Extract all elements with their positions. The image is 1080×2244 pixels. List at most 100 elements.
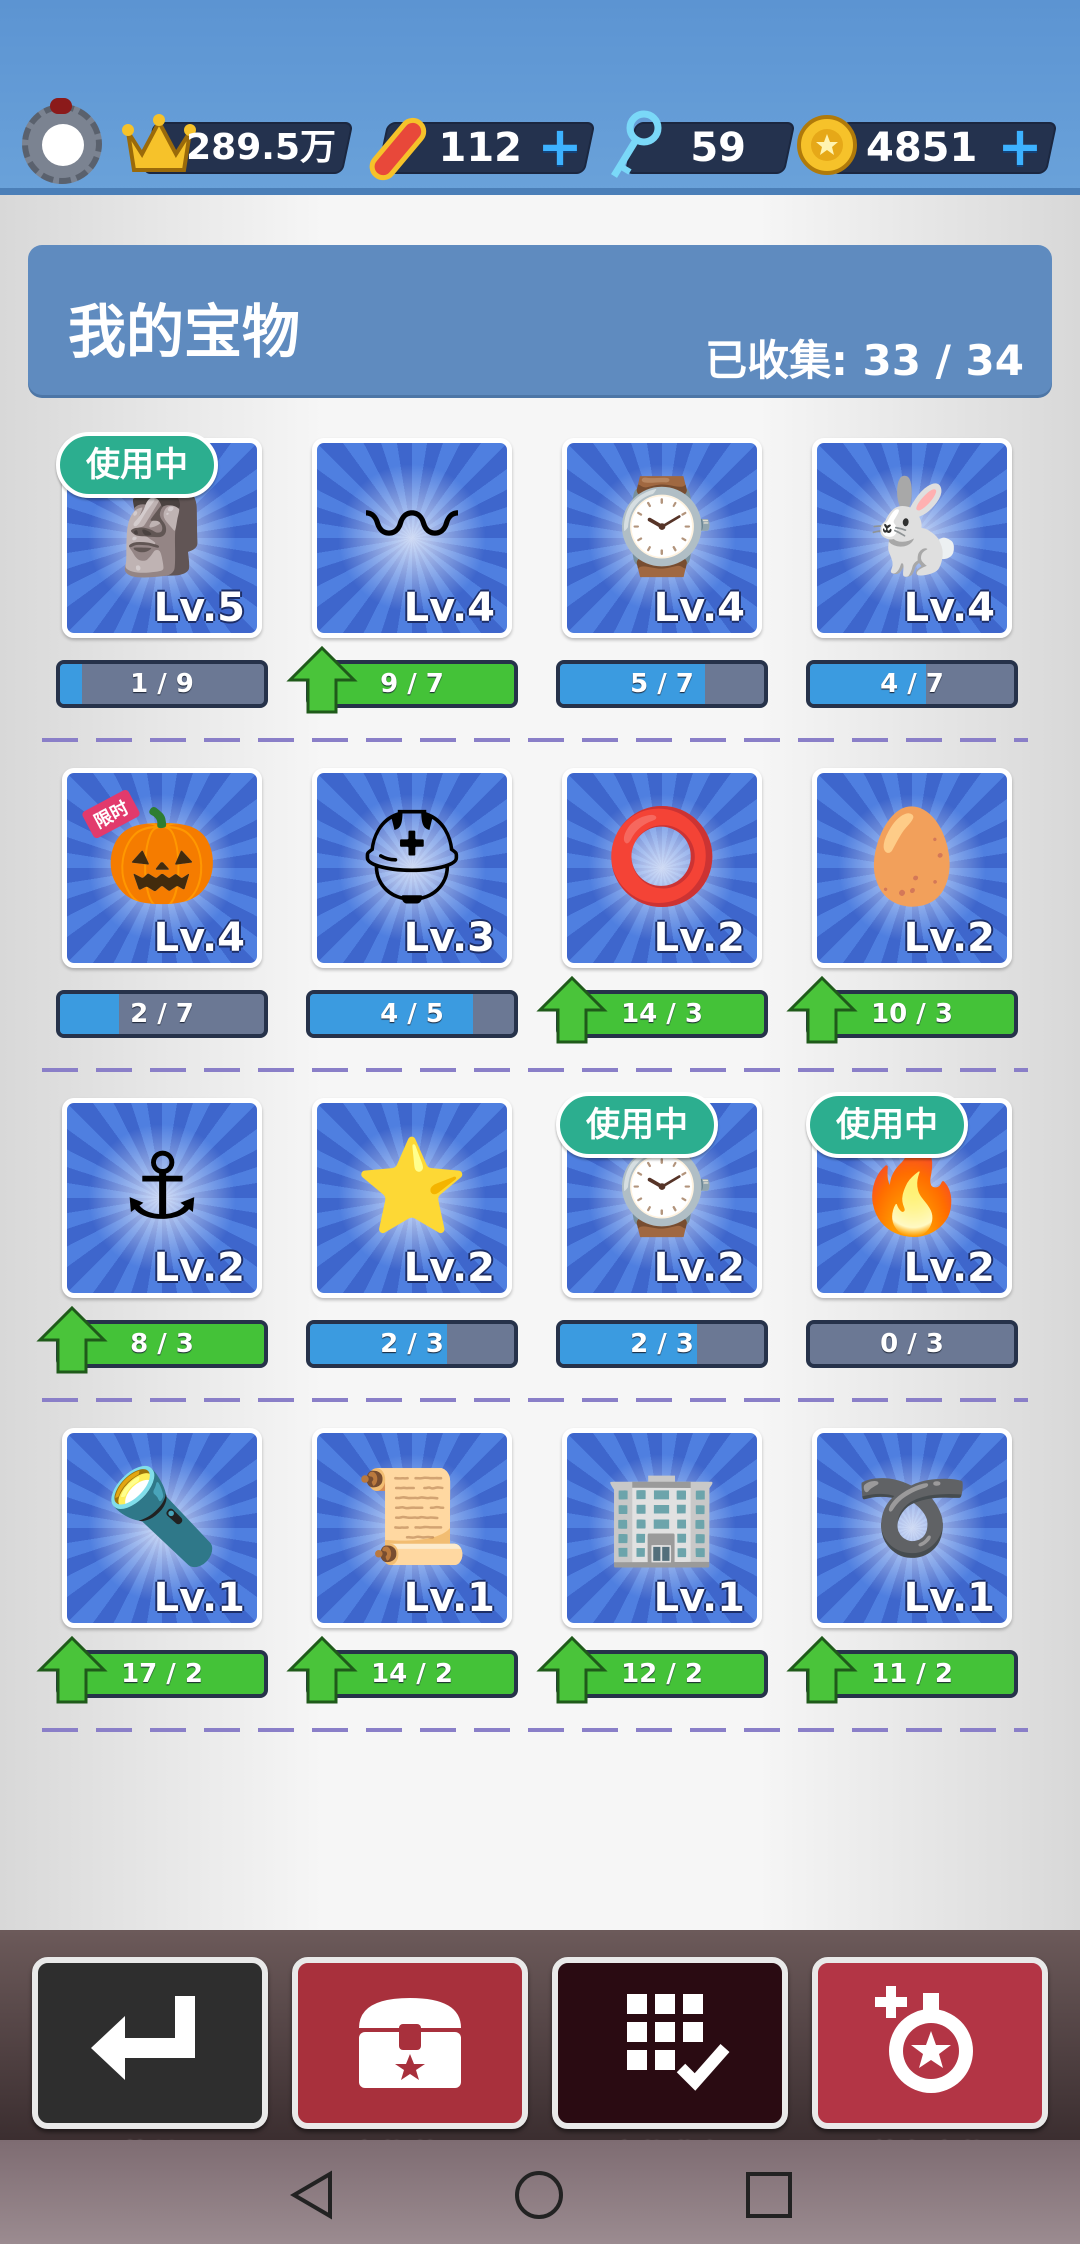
progress-text: 4 / 7 bbox=[880, 669, 944, 699]
gold-rings-icon: ➰ bbox=[854, 1462, 970, 1570]
crown-icon bbox=[122, 112, 196, 178]
page-title: 我的宝物 bbox=[68, 298, 301, 366]
crown-value: 289.5万 bbox=[186, 127, 336, 168]
treasure-chest-icon bbox=[359, 1998, 461, 2088]
progress-text: 1 / 9 bbox=[130, 669, 194, 699]
upgrade-arrow-icon[interactable] bbox=[286, 644, 358, 716]
upgrade-arrow-icon[interactable] bbox=[36, 1634, 108, 1706]
pin-icon bbox=[50, 98, 72, 114]
treasure-card[interactable]: ➰ Lv.1 bbox=[812, 1428, 1012, 1628]
treasure-level: Lv.3 bbox=[403, 915, 495, 961]
coin-icon bbox=[796, 114, 858, 176]
key-icon bbox=[604, 110, 666, 184]
recents-nav-icon[interactable] bbox=[742, 2168, 796, 2222]
collected-label: 已收集: bbox=[705, 336, 848, 385]
racing-helmet-icon: ⛑ bbox=[353, 802, 471, 910]
treasure-level: Lv.2 bbox=[153, 1245, 245, 1291]
row-divider bbox=[42, 1398, 1028, 1402]
golden-ring-icon: ⭕ bbox=[604, 802, 720, 910]
treasure-card[interactable]: 📜 Lv.1 bbox=[312, 1428, 512, 1628]
hoverboard-value: 112 bbox=[438, 125, 523, 171]
treasure-card[interactable]: 🏢 Lv.1 bbox=[562, 1428, 762, 1628]
treasure-level: Lv.4 bbox=[903, 585, 995, 631]
grid-check-icon bbox=[627, 1994, 730, 2091]
treasure-level: Lv.1 bbox=[403, 1575, 495, 1621]
coin-value: 4851 bbox=[866, 125, 978, 171]
white-rabbit-icon: 🐇 bbox=[854, 472, 970, 580]
gear-icon bbox=[42, 124, 84, 166]
treasure-level: Lv.1 bbox=[653, 1575, 745, 1621]
treasure-card[interactable]: 🔦 Lv.1 bbox=[62, 1428, 262, 1628]
treasure-level: Lv.2 bbox=[903, 1245, 995, 1291]
upgrade-arrow-icon[interactable] bbox=[786, 1634, 858, 1706]
treasure-card[interactable]: 🎃 Lv.4 限时 bbox=[62, 768, 262, 968]
treasure-card[interactable]: 〰 Lv.4 bbox=[312, 438, 512, 638]
treasure-header: 我的宝物 已收集: 33 / 34 bbox=[28, 245, 1052, 395]
treasure-card[interactable]: ⭕ Lv.2 bbox=[562, 768, 762, 968]
treasure-card[interactable]: ⭐ Lv.2 bbox=[312, 1098, 512, 1298]
hoverboard-icon bbox=[362, 112, 432, 182]
treasure-level: Lv.4 bbox=[153, 915, 245, 961]
treasure-level: Lv.2 bbox=[653, 915, 745, 961]
treasure-card[interactable]: 🐇 Lv.4 bbox=[812, 438, 1012, 638]
gold-watch-icon: ⌚ bbox=[604, 472, 720, 580]
treasure-progress-bar: 2 / 7 bbox=[56, 990, 268, 1038]
row-divider bbox=[42, 738, 1028, 742]
upgrade-arrow-icon[interactable] bbox=[536, 974, 608, 1046]
collected-count: 已收集: 33 / 34 bbox=[705, 327, 1024, 388]
spotted-egg-icon: 🥚 bbox=[854, 802, 970, 910]
star-necklace-icon: ⭐ bbox=[354, 1132, 470, 1240]
treasure-progress-bar: 5 / 7 bbox=[556, 660, 768, 708]
return-arrow-icon bbox=[91, 1996, 195, 2080]
treasure-level: Lv.4 bbox=[403, 585, 495, 631]
treasure-progress-bar: 0 / 3 bbox=[806, 1320, 1018, 1368]
upgrade-arrow-icon[interactable] bbox=[786, 974, 858, 1046]
treasure-progress-bar: 4 / 5 bbox=[306, 990, 518, 1038]
row-divider bbox=[42, 1068, 1028, 1072]
torch-icon: 🔦 bbox=[104, 1462, 220, 1570]
home-nav-icon[interactable] bbox=[512, 2168, 566, 2222]
equip-treasure-button[interactable] bbox=[812, 1957, 1048, 2129]
progress-text: 4 / 5 bbox=[380, 999, 444, 1029]
back-nav-icon[interactable] bbox=[286, 2168, 340, 2222]
treasure-level: Lv.2 bbox=[403, 1245, 495, 1291]
progress-text: 0 / 3 bbox=[880, 1329, 944, 1359]
treasure-level: Lv.1 bbox=[153, 1575, 245, 1621]
progress-text: 2 / 3 bbox=[630, 1329, 694, 1359]
upgrade-arrow-icon[interactable] bbox=[536, 1634, 608, 1706]
equip-medal-icon bbox=[875, 1986, 973, 2093]
progress-text: 2 / 7 bbox=[130, 999, 194, 1029]
treasure-level: Lv.4 bbox=[653, 585, 745, 631]
in-use-badge: 使用中 bbox=[556, 1092, 718, 1158]
row-divider bbox=[42, 1728, 1028, 1732]
upgrade-arrow-icon[interactable] bbox=[36, 1304, 108, 1376]
treasure-progress-bar: 2 / 3 bbox=[306, 1320, 518, 1368]
add-hoverboard-button[interactable]: + bbox=[536, 120, 584, 174]
treasure-card[interactable]: ⚓ Lv.2 bbox=[62, 1098, 262, 1298]
treasure-card[interactable]: 🥚 Lv.2 bbox=[812, 768, 1012, 968]
progress-text: 5 / 7 bbox=[630, 669, 694, 699]
treasure-level: Lv.2 bbox=[653, 1245, 745, 1291]
treasure-progress-bar: 1 / 9 bbox=[56, 660, 268, 708]
collected-value: 33 / 34 bbox=[862, 336, 1024, 385]
treasure-level: Lv.1 bbox=[903, 1575, 995, 1621]
key-value: 59 bbox=[690, 125, 746, 171]
skyscraper-icon: 🏢 bbox=[604, 1462, 720, 1570]
settings-button[interactable] bbox=[22, 98, 102, 184]
golden-mustache-icon: 〰 bbox=[365, 472, 459, 580]
upgrade-arrow-icon[interactable] bbox=[286, 1634, 358, 1706]
add-coins-button[interactable]: + bbox=[996, 120, 1044, 174]
in-use-badge: 使用中 bbox=[806, 1092, 968, 1158]
golden-anchor-icon: ⚓ bbox=[120, 1132, 204, 1240]
menu-button[interactable] bbox=[32, 1957, 268, 2129]
treasure-progress-bar: 4 / 7 bbox=[806, 660, 1018, 708]
treasure-card[interactable]: ⌚ Lv.4 bbox=[562, 438, 762, 638]
treasure-card[interactable]: ⛑ Lv.3 bbox=[312, 768, 512, 968]
treasure-level: Lv.2 bbox=[903, 915, 995, 961]
in-use-badge: 使用中 bbox=[56, 432, 218, 498]
get-treasure-button[interactable] bbox=[292, 1957, 528, 2129]
treasure-bag-button[interactable] bbox=[552, 1957, 788, 2129]
golden-scroll-icon: 📜 bbox=[354, 1462, 470, 1570]
treasure-level: Lv.5 bbox=[153, 585, 245, 631]
treasure-progress-bar: 2 / 3 bbox=[556, 1320, 768, 1368]
